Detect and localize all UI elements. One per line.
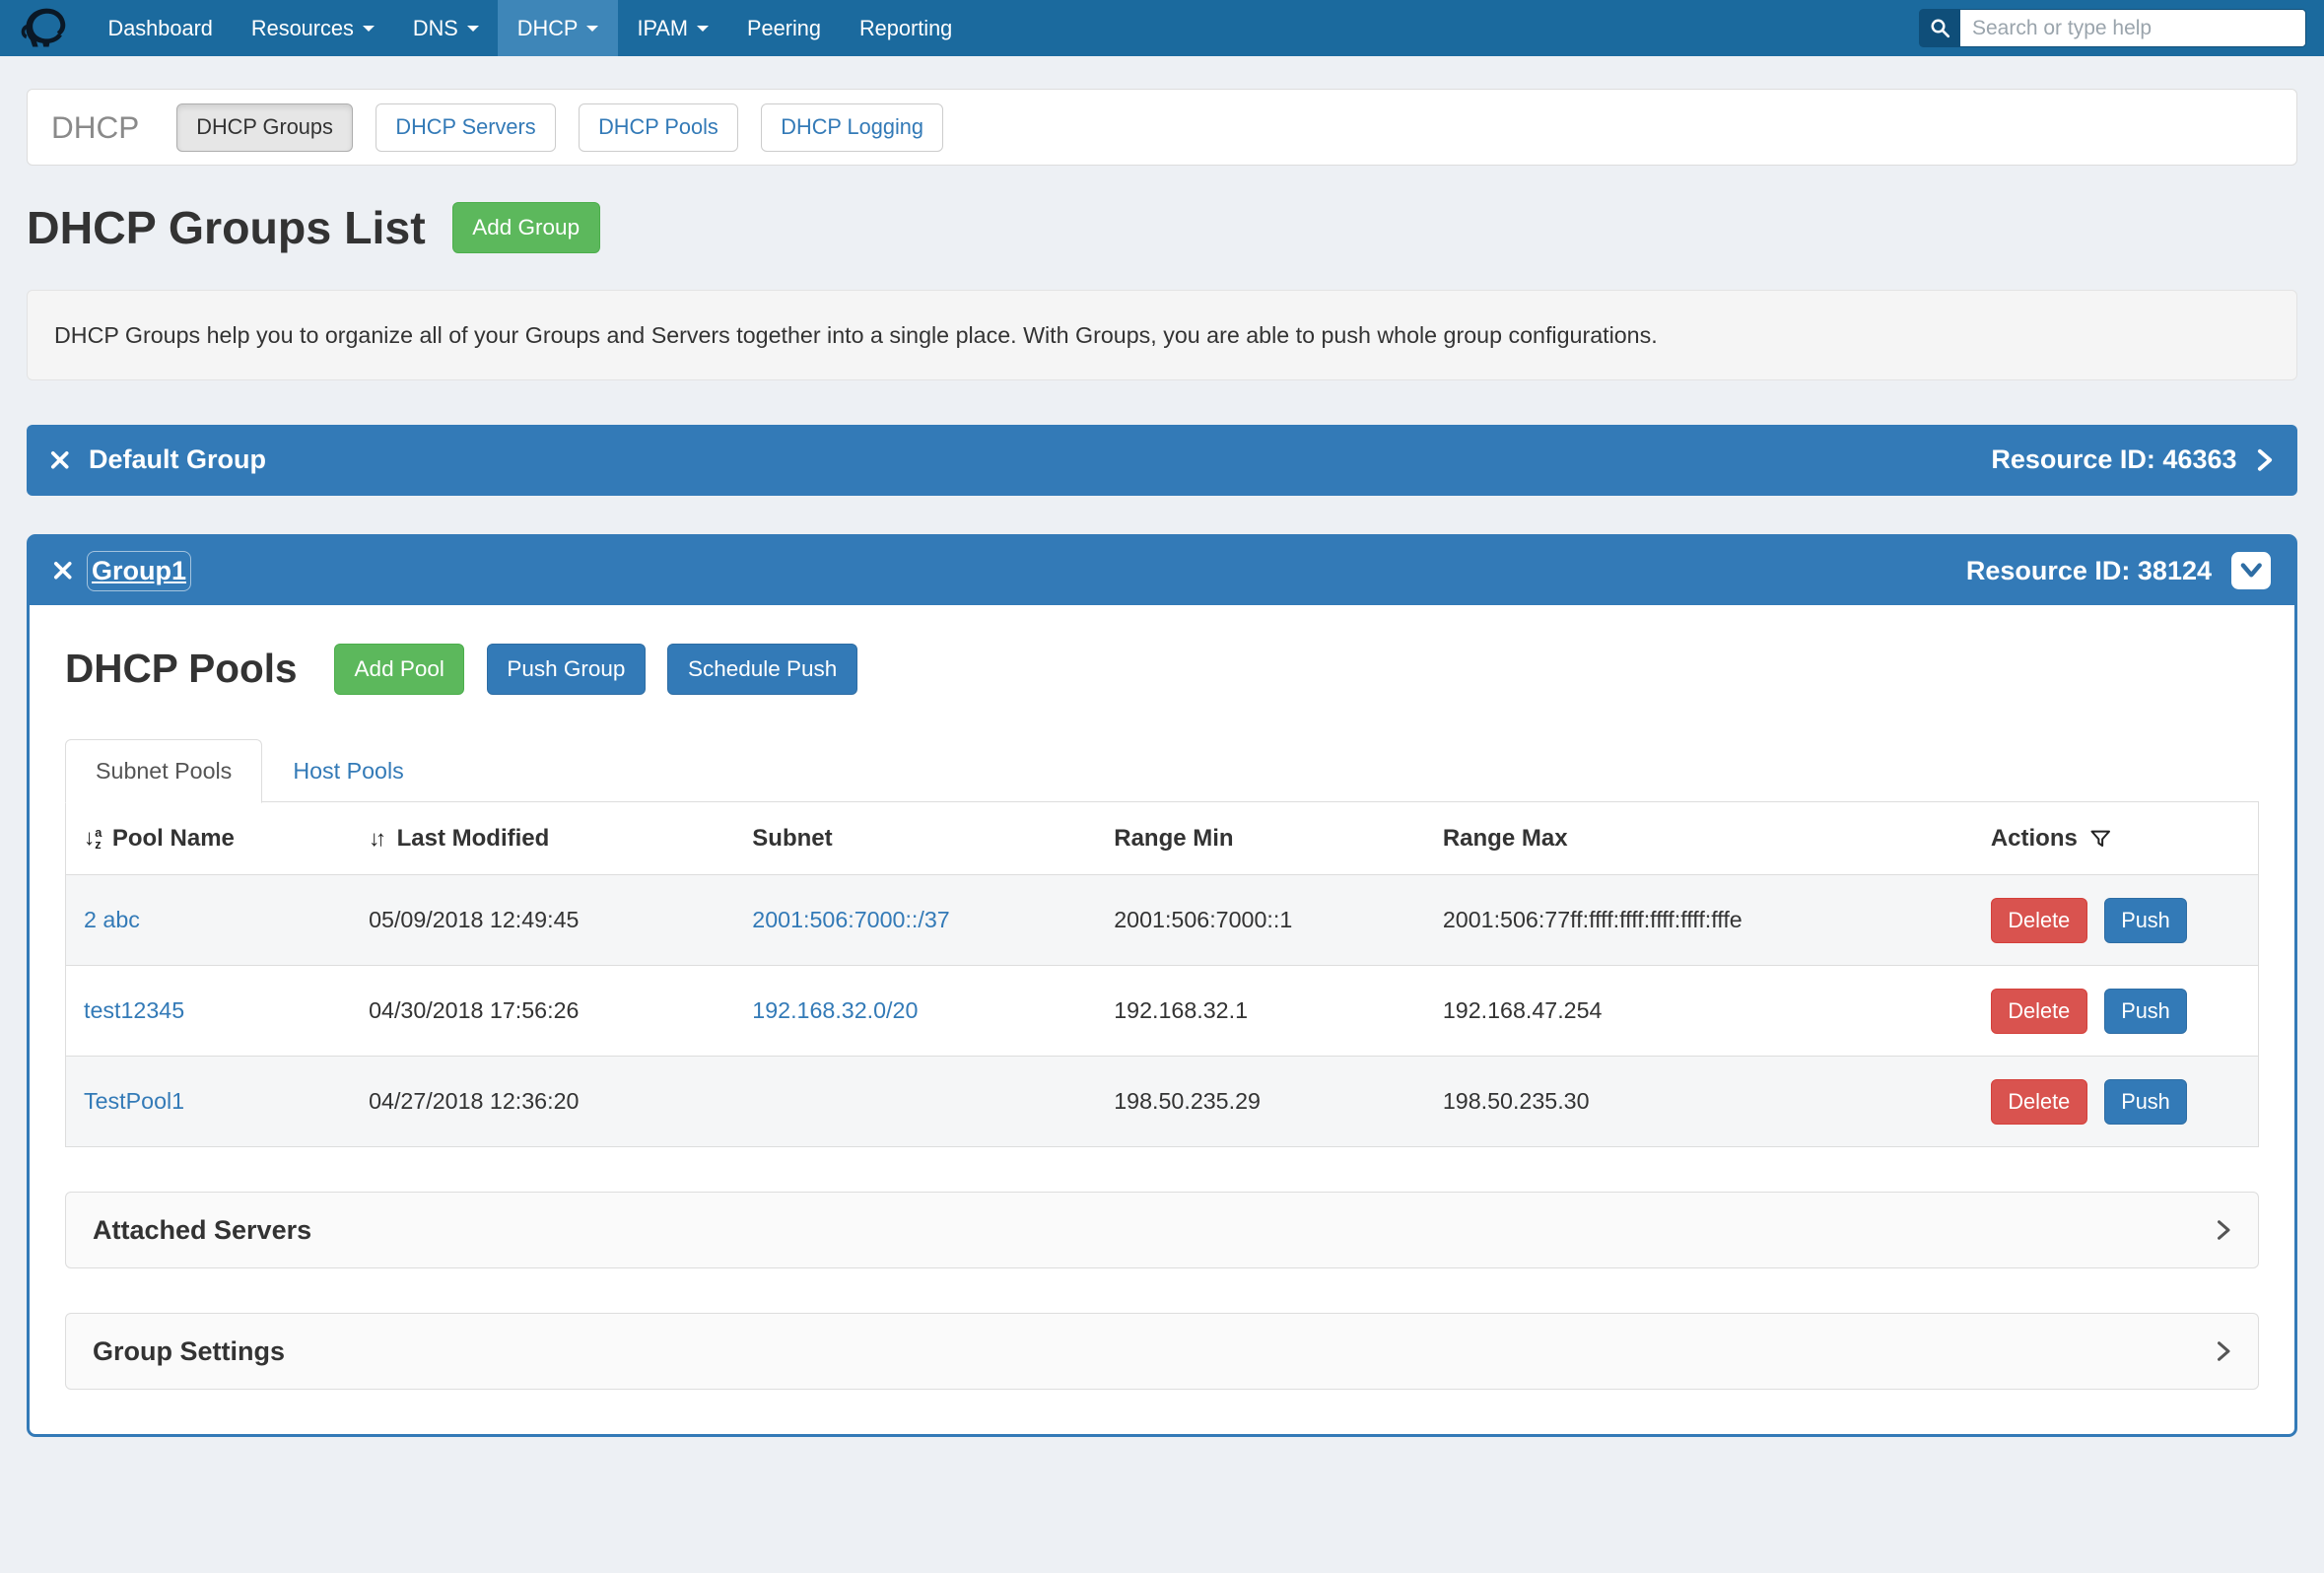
column-header-range-max: Range Max <box>1425 802 1973 875</box>
schedule-push-button[interactable]: Schedule Push <box>667 644 856 695</box>
group-bar-default-group[interactable]: Default Group Resource ID: 46363 <box>27 425 2297 496</box>
nav-label: Reporting <box>859 16 952 41</box>
pool-name-link[interactable]: TestPool1 <box>84 1088 184 1114</box>
column-header-actions: Actions <box>1973 802 2258 875</box>
push-button[interactable]: Push <box>2104 989 2188 1034</box>
nav-item-ipam[interactable]: IPAM <box>618 0 728 56</box>
push-button[interactable]: Push <box>2104 1079 2188 1125</box>
nav-item-reporting[interactable]: Reporting <box>840 0 971 56</box>
nav-item-dns[interactable]: DNS <box>393 0 498 56</box>
column-header-subnet: Subnet <box>734 802 1096 875</box>
sort-alpha-icon: ↓az <box>84 827 102 851</box>
close-icon[interactable] <box>50 450 70 470</box>
nav-item-resources[interactable]: Resources <box>232 0 393 56</box>
attached-servers-section[interactable]: Attached Servers <box>65 1192 2259 1268</box>
dhcp-pools-button[interactable]: DHCP Pools <box>579 103 739 152</box>
description-well: DHCP Groups help you to organize all of … <box>27 290 2297 380</box>
pools-header-row: DHCP Pools Add Pool Push Group Schedule … <box>65 644 2259 695</box>
push-button[interactable]: Push <box>2104 898 2188 943</box>
tab-host-pools[interactable]: Host Pools <box>262 739 434 803</box>
resource-id: Resource ID: 38124 <box>1966 556 2212 586</box>
range-min-cell: 192.168.32.1 <box>1096 966 1425 1057</box>
section-label: DHCP <box>51 109 139 146</box>
nav-label: Peering <box>747 16 821 41</box>
section-label: Group Settings <box>93 1336 285 1367</box>
nav-label: DHCP <box>517 16 579 41</box>
range-min-cell: 2001:506:7000::1 <box>1096 875 1425 966</box>
nav-item-dashboard[interactable]: Dashboard <box>89 0 232 56</box>
nav-item-dhcp[interactable]: DHCP <box>498 0 618 56</box>
last-modified-cell: 04/30/2018 17:56:26 <box>351 966 734 1057</box>
search-icon[interactable] <box>1919 9 1960 47</box>
group-name: Default Group <box>89 445 266 475</box>
caret-down-icon <box>363 26 375 32</box>
close-icon[interactable] <box>53 561 73 581</box>
nav-item-peering[interactable]: Peering <box>728 0 841 56</box>
delete-button[interactable]: Delete <box>1991 1079 2087 1125</box>
search-group <box>1919 9 2306 47</box>
nav-label: Dashboard <box>108 16 213 41</box>
add-pool-button[interactable]: Add Pool <box>334 644 464 695</box>
nav-label: IPAM <box>637 16 688 41</box>
collapse-toggle[interactable] <box>2231 552 2272 589</box>
add-group-button[interactable]: Add Group <box>452 202 600 253</box>
group-name-link[interactable]: Group1 <box>92 556 186 586</box>
group-bar-group1[interactable]: Group1 Resource ID: 38124 <box>30 537 2294 605</box>
group-settings-section[interactable]: Group Settings <box>65 1313 2259 1390</box>
group-panel-group1: Group1 Resource ID: 38124 DHCP Pools Add… <box>27 534 2297 1438</box>
main-nav: Dashboard Resources DNS DHCP IPAM Peerin… <box>89 0 972 56</box>
dhcp-logging-button[interactable]: DHCP Logging <box>761 103 944 152</box>
chevron-right-icon <box>2216 1339 2232 1363</box>
column-header-last-modified[interactable]: ↓↑ Last Modified <box>351 802 734 875</box>
chevron-down-icon <box>2240 556 2263 586</box>
page-title: DHCP Groups List <box>27 201 426 254</box>
range-max-cell: 198.50.235.30 <box>1425 1057 1973 1147</box>
title-row: DHCP Groups List Add Group <box>27 201 2297 254</box>
page-content: DHCP DHCP Groups DHCP Servers DHCP Pools… <box>0 89 2324 1472</box>
nav-label: Resources <box>251 16 354 41</box>
caret-down-icon <box>697 26 709 32</box>
pool-name-link[interactable]: test12345 <box>84 997 184 1023</box>
subnet-link[interactable]: 192.168.32.0/20 <box>752 997 918 1023</box>
chevron-right-icon <box>2256 447 2274 473</box>
caret-down-icon <box>586 26 598 32</box>
nav-label: DNS <box>413 16 458 41</box>
column-header-pool-name[interactable]: ↓az Pool Name <box>66 802 351 875</box>
range-min-cell: 198.50.235.29 <box>1096 1057 1425 1147</box>
pools-title: DHCP Pools <box>65 646 298 692</box>
table-row: test12345 04/30/2018 17:56:26 192.168.32… <box>66 966 2258 1057</box>
group-body: DHCP Pools Add Pool Push Group Schedule … <box>30 605 2294 1435</box>
last-modified-cell: 04/27/2018 12:36:20 <box>351 1057 734 1147</box>
pool-tabs: Subnet Pools Host Pools <box>65 739 2259 802</box>
dhcp-groups-button[interactable]: DHCP Groups <box>176 103 354 152</box>
range-max-cell: 192.168.47.254 <box>1425 966 1973 1057</box>
pool-table-wrap: ↓az Pool Name ↓↑ Last Modified <box>65 801 2259 1147</box>
section-label: Attached Servers <box>93 1215 311 1246</box>
dhcp-subnav: DHCP DHCP Groups DHCP Servers DHCP Pools… <box>27 89 2297 166</box>
pool-table: ↓az Pool Name ↓↑ Last Modified <box>66 802 2258 1146</box>
dhcp-servers-button[interactable]: DHCP Servers <box>376 103 556 152</box>
last-modified-cell: 05/09/2018 12:49:45 <box>351 875 734 966</box>
column-header-range-min: Range Min <box>1096 802 1425 875</box>
pool-name-link[interactable]: 2 abc <box>84 907 140 932</box>
filter-icon[interactable] <box>2089 828 2112 849</box>
subnet-link[interactable]: 2001:506:7000::/37 <box>752 907 949 932</box>
search-input[interactable] <box>1960 9 2306 47</box>
brand-logo[interactable] <box>12 0 89 56</box>
delete-button[interactable]: Delete <box>1991 898 2087 943</box>
tab-subnet-pools[interactable]: Subnet Pools <box>65 739 262 803</box>
sort-icon: ↓↑ <box>369 826 386 852</box>
table-header-row: ↓az Pool Name ↓↑ Last Modified <box>66 802 2258 875</box>
mammoth-logo-icon <box>18 6 74 50</box>
table-row: 2 abc 05/09/2018 12:49:45 2001:506:7000:… <box>66 875 2258 966</box>
caret-down-icon <box>467 26 479 32</box>
chevron-right-icon <box>2216 1218 2232 1242</box>
push-group-button[interactable]: Push Group <box>487 644 646 695</box>
resource-id: Resource ID: 46363 <box>1991 445 2236 475</box>
top-navbar: Dashboard Resources DNS DHCP IPAM Peerin… <box>0 0 2324 56</box>
range-max-cell: 2001:506:77ff:ffff:ffff:ffff:ffff:fffe <box>1425 875 1973 966</box>
table-row: TestPool1 04/27/2018 12:36:20 198.50.235… <box>66 1057 2258 1147</box>
delete-button[interactable]: Delete <box>1991 989 2087 1034</box>
